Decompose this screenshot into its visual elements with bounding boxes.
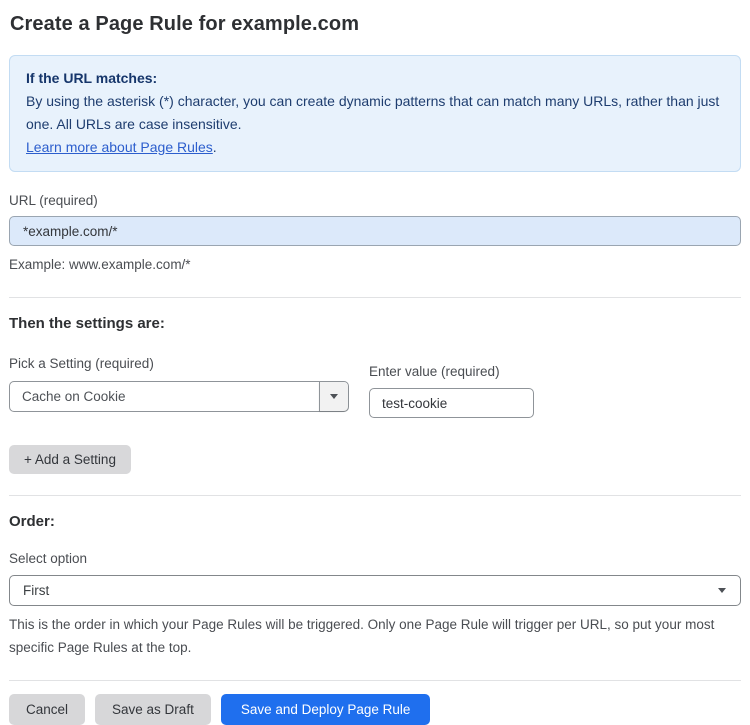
url-input[interactable] [9, 216, 741, 246]
order-select[interactable]: First [9, 575, 741, 606]
divider-after-url [9, 297, 741, 298]
chevron-down-icon [330, 394, 338, 399]
page-rule-form: Create a Page Rule for example.com If th… [0, 13, 750, 725]
learn-more-link[interactable]: Learn more about Page Rules [26, 139, 213, 155]
save-as-draft-button[interactable]: Save as Draft [95, 694, 211, 725]
order-section-heading: Order: [9, 513, 55, 530]
order-helper-text: This is the order in which your Page Rul… [9, 617, 715, 655]
page-title: Create a Page Rule for example.com [10, 13, 360, 35]
add-setting-button[interactable]: + Add a Setting [9, 445, 131, 474]
order-selected-option: First [23, 583, 50, 598]
save-and-deploy-button[interactable]: Save and Deploy Page Rule [220, 694, 431, 725]
cancel-button[interactable]: Cancel [9, 694, 86, 725]
info-box-link-line: Learn more about Page Rules. [26, 136, 724, 159]
pick-setting-label: Pick a Setting (required) [9, 356, 154, 371]
chevron-down-icon [718, 588, 726, 593]
link-suffix-period: . [212, 139, 217, 155]
settings-section-heading: Then the settings are: [9, 315, 165, 332]
pick-setting-dropdown[interactable]: Cache on Cookie [9, 381, 349, 412]
divider-before-footer [9, 680, 741, 681]
enter-value-label: Enter value (required) [369, 364, 500, 379]
url-matches-info-box: If the URL matches: By using the asteris… [9, 55, 741, 172]
pick-setting-selected-value: Cache on Cookie [22, 389, 126, 404]
info-box-body: By using the asterisk (*) character, you… [26, 93, 720, 132]
divider-after-settings [9, 495, 741, 496]
order-select-label: Select option [9, 551, 88, 566]
setting-row: Pick a Setting (required) Cache on Cooki… [9, 356, 741, 418]
setting-value-input[interactable] [369, 388, 534, 418]
footer-button-row: Cancel Save as Draft Save and Deploy Pag… [9, 694, 741, 725]
url-example-helper: Example: www.example.com/* [9, 257, 191, 272]
pick-setting-column: Pick a Setting (required) Cache on Cooki… [9, 356, 349, 418]
url-field-label: URL (required) [9, 193, 98, 208]
pick-setting-dropdown-button[interactable] [319, 382, 348, 411]
enter-value-column: Enter value (required) [369, 364, 534, 418]
info-box-heading: If the URL matches: [26, 70, 158, 86]
